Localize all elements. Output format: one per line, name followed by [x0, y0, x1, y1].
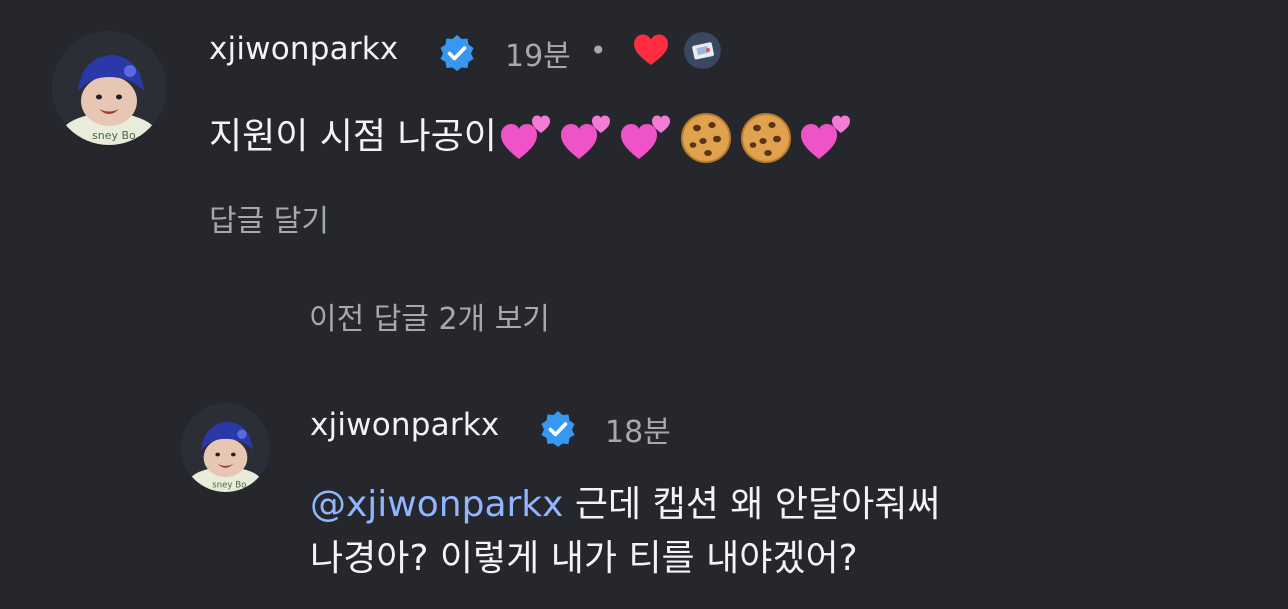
- reply-body: @xjiwonparkx 근데 캡션 왜 안달아줘써 나경아? 이렇게 내가 티…: [310, 478, 940, 586]
- comment-timestamp: 19분: [505, 39, 571, 74]
- avatar[interactable]: sney Bo: [52, 31, 166, 145]
- emoji-row: [497, 111, 855, 165]
- comment-username[interactable]: xjiwonparkx: [209, 31, 398, 67]
- reply-text-line-1: 근데 캡션 왜 안달아줘써: [574, 484, 941, 525]
- separator-dot: •: [590, 34, 607, 67]
- view-previous-replies-button[interactable]: 이전 답글 2개 보기: [309, 294, 550, 338]
- reply-username[interactable]: xjiwonparkx: [310, 407, 499, 443]
- two-hearts-icon: [557, 111, 615, 165]
- svg-text:sney Bo: sney Bo: [212, 480, 246, 490]
- cookie-icon: [677, 111, 735, 165]
- two-hearts-icon: [497, 111, 555, 165]
- reply-text-line-2: 나경아? 이렇게 내가 티를 내야겠어?: [310, 538, 858, 579]
- reply-line-1: @xjiwonparkx 근데 캡션 왜 안달아줘써: [310, 478, 940, 532]
- reply-button[interactable]: 답글 달기: [209, 196, 329, 240]
- mention-link[interactable]: @xjiwonparkx: [310, 484, 563, 525]
- creator-avatar-icon: [684, 32, 721, 69]
- two-hearts-icon: [617, 111, 675, 165]
- two-hearts-icon: [797, 111, 855, 165]
- reply-timestamp: 18분: [605, 415, 671, 450]
- cookie-icon: [737, 111, 795, 165]
- reply-avatar[interactable]: sney Bo: [181, 403, 270, 492]
- svg-text:sney Bo: sney Bo: [92, 129, 136, 142]
- comment-body: 지원이 시점 나공이: [209, 110, 855, 165]
- comment-text: 지원이 시점 나공이: [209, 116, 497, 157]
- verified-badge-icon: [437, 33, 477, 73]
- creator-liked-heart-icon: [632, 33, 670, 67]
- verified-badge-icon: [538, 409, 578, 449]
